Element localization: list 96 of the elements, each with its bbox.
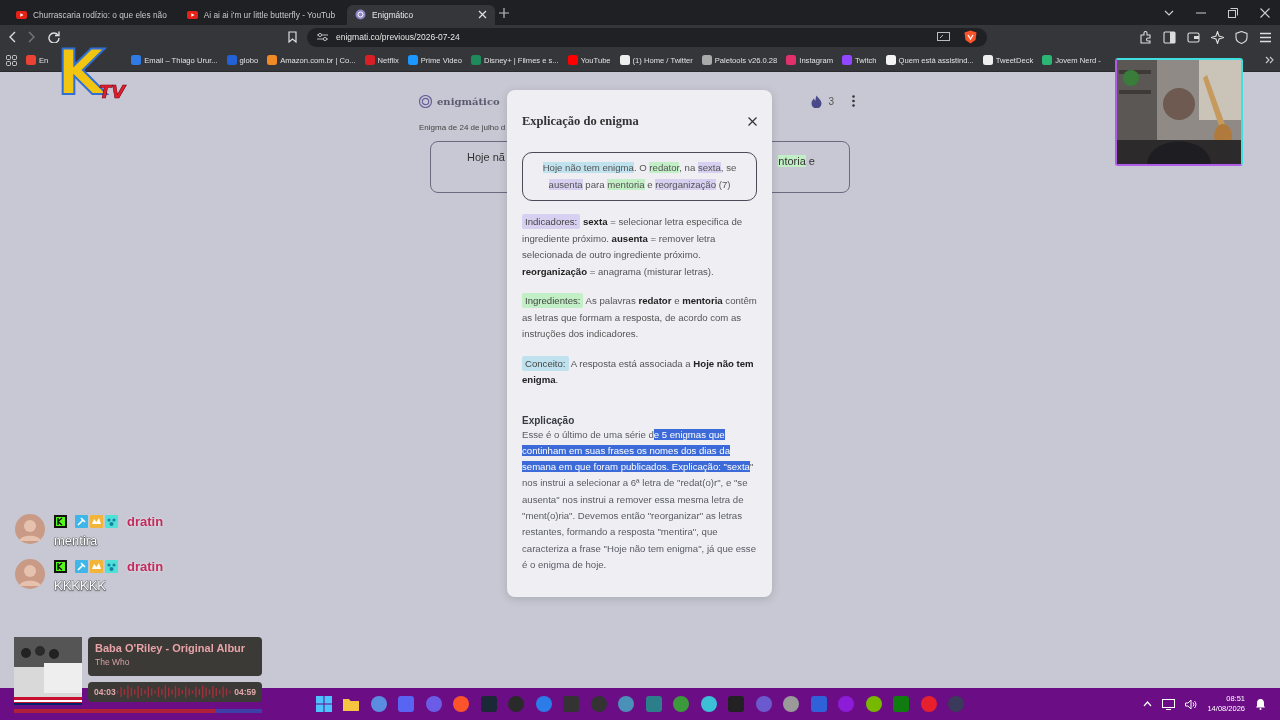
section-heading: Explicação	[522, 414, 576, 426]
more-bookmarks-icon[interactable]	[1265, 56, 1274, 64]
avatar	[15, 514, 45, 544]
app-icon[interactable]	[370, 696, 387, 712]
username: dratin	[127, 514, 164, 529]
speaker-icon[interactable]	[1185, 698, 1198, 710]
badges-icon	[75, 515, 119, 528]
highlighted-word: Hoje não tem enigma	[542, 162, 634, 173]
chat-message: KKKKKK	[54, 578, 108, 593]
back-icon[interactable]	[8, 31, 16, 43]
menu-icon[interactable]	[1259, 30, 1272, 44]
sparkle-icon[interactable]	[1211, 30, 1224, 44]
badges-icon	[75, 560, 119, 573]
logo-text[interactable]: enigmático	[437, 95, 500, 107]
browser-tab[interactable]: Churrascaria rodízio: o que eles não	[8, 4, 175, 25]
clue-text: e	[646, 178, 654, 190]
windows-icon[interactable]	[315, 696, 332, 712]
elapsed-time: 04:03	[94, 687, 116, 697]
site-icon	[701, 55, 712, 65]
app-icon[interactable]	[453, 696, 470, 712]
dialog-title: Explicação do enigma	[522, 114, 639, 129]
clue-text: para	[584, 178, 606, 190]
chat-message: mentira	[54, 533, 99, 548]
artist-name: The Who	[95, 657, 131, 667]
app-icon[interactable]	[535, 696, 552, 712]
duration-time: 04:59	[234, 687, 256, 697]
site-icon	[131, 55, 142, 65]
kebab-menu-icon[interactable]	[852, 95, 855, 107]
site-icon	[267, 55, 278, 65]
site-icon	[786, 55, 797, 65]
clue-text: Hoje nã	[467, 151, 505, 163]
new-tab-icon[interactable]	[499, 7, 510, 18]
site-icon	[26, 55, 36, 65]
wallet-icon[interactable]	[1187, 30, 1200, 44]
site-icon	[355, 9, 367, 20]
clue-text: (7)	[717, 178, 731, 190]
chevron-up-icon[interactable]	[1143, 701, 1153, 707]
hint-text: Conceito: A resposta está associada a Hoje não tem enigma.	[522, 355, 755, 387]
puzzle-icon[interactable]	[1139, 30, 1152, 44]
badge-icon	[54, 515, 67, 528]
minimize-icon[interactable]	[1196, 11, 1206, 14]
monitor-icon[interactable]	[1162, 698, 1176, 710]
close-icon[interactable]	[748, 117, 757, 126]
site-icon	[885, 55, 896, 65]
clue-text: . O	[633, 162, 648, 173]
streak-count: 3	[828, 95, 834, 107]
shield-icon[interactable]	[964, 30, 977, 44]
track-title: Baba O'Riley - Original Albur	[95, 642, 247, 654]
highlighted-word: redator	[649, 162, 680, 173]
hint-text: Indicadores: sexta = selecionar letra especifica de ingrediente próximo. ausenta = remover letra selecionada de outro ingrediente próximo. reorganização = anagrama (misturar letras).	[522, 214, 744, 279]
app-icon[interactable]	[865, 696, 882, 712]
puzzle-date: Enigma de 24 de julho d	[419, 123, 506, 132]
site-icon	[226, 55, 237, 65]
site-settings-icon[interactable]	[317, 32, 328, 42]
site-icon	[364, 55, 375, 65]
shield-icon[interactable]	[1235, 30, 1248, 44]
app-icon[interactable]	[700, 696, 717, 712]
site-icon	[842, 55, 853, 65]
play-icon	[186, 10, 198, 19]
badge-icon	[54, 560, 67, 573]
app-icon[interactable]	[618, 696, 635, 712]
notification-icon[interactable]	[1255, 698, 1266, 710]
flame-icon	[811, 94, 823, 108]
logo-icon	[419, 94, 432, 108]
site-icon	[1042, 55, 1053, 65]
site-icon	[982, 55, 993, 65]
browser-tab[interactable]: Enigmático	[347, 4, 496, 25]
highlighted-word: ausenta	[548, 178, 583, 190]
username: dratin	[127, 559, 164, 574]
browser-tab[interactable]: Ai ai ai i'm ur little butterfly - YouTub	[178, 4, 344, 25]
site-icon	[567, 55, 578, 65]
app-icon[interactable]	[783, 696, 800, 712]
clue-text: , na	[679, 162, 697, 173]
highlighted-word: mentoria	[607, 178, 645, 190]
chevron-down-icon[interactable]	[1164, 9, 1174, 16]
forward-icon[interactable]	[28, 31, 36, 43]
highlighted-word: reorganização	[655, 178, 717, 190]
bookmark-icon[interactable]	[288, 31, 297, 43]
highlighted-word: sexta	[697, 162, 721, 173]
apps-icon[interactable]	[6, 54, 17, 66]
avatar	[15, 559, 45, 589]
sidebar-icon[interactable]	[1163, 30, 1176, 44]
clue-text: e	[807, 155, 815, 167]
address-bar[interactable]: enigmati.co/previous/2026-07-24	[307, 27, 987, 47]
hint-text: Ingredientes: As palavras redator e mentoria contêm as letras que formam a resposta, de acordo com as instruções dos indicadores.	[522, 293, 757, 341]
app-icon[interactable]	[673, 696, 690, 712]
reload-icon[interactable]	[48, 31, 60, 43]
highlighted-word: ntoria	[778, 155, 806, 167]
folder-icon[interactable]	[343, 697, 360, 711]
restore-icon[interactable]	[1228, 7, 1238, 18]
play-icon	[16, 10, 27, 19]
clue-text: , se	[720, 162, 737, 173]
cast-icon[interactable]	[937, 32, 950, 42]
site-icon	[407, 55, 418, 65]
site-icon	[470, 55, 481, 65]
site-icon	[619, 55, 630, 65]
